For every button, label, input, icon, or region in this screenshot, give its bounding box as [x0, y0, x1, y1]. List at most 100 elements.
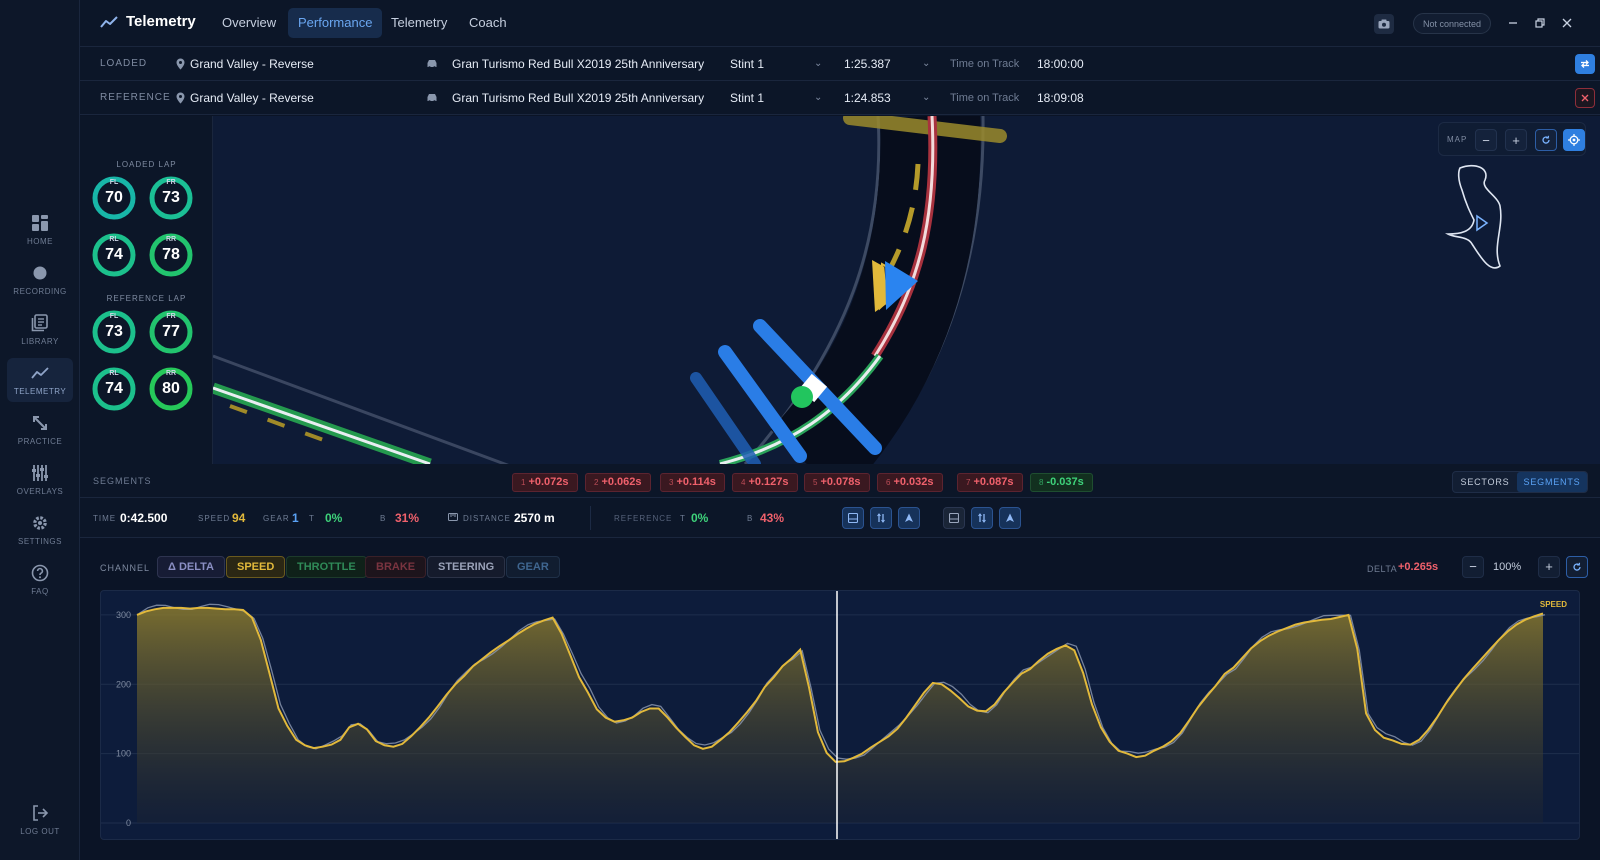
car-icon — [427, 94, 437, 103]
nav-item-settings[interactable]: SETTINGS — [7, 508, 73, 552]
tab-coach[interactable]: Coach — [459, 8, 517, 38]
loaded-car-select[interactable]: Gran Turismo Red Bull X2019 25th Anniver… — [452, 47, 704, 81]
tyre-temp: 74 — [105, 246, 123, 263]
loaded-time-on-track-value: 18:00:00 — [1037, 57, 1084, 71]
channel-gear-button[interactable]: GEAR — [506, 556, 560, 578]
reference-lap-select[interactable]: 1:24.853 — [844, 81, 891, 115]
tyre-gauge-reference-fr: FR 77 — [147, 308, 195, 356]
segment-chip-8[interactable]: 8 -0.037s — [1030, 473, 1093, 492]
info-divider — [590, 506, 591, 530]
track-map-canvas[interactable] — [80, 116, 1600, 464]
chart-zoom-out-button[interactable]: − — [1462, 556, 1484, 578]
segment-chip-1[interactable]: 1 +0.072s — [512, 473, 578, 492]
channel-row: CHANNEL Δ DELTA SPEED THROTTLE BRAKE STE… — [80, 538, 1600, 582]
toggle-segments[interactable]: SEGMENTS — [1517, 472, 1587, 492]
reference-pedals-toggle[interactable] — [971, 507, 993, 529]
channel-speed-button[interactable]: SPEED — [226, 556, 286, 578]
chevron-down-icon[interactable]: ⌄ — [814, 47, 822, 81]
reference-car-toggle[interactable] — [999, 507, 1021, 529]
nav-item-recording[interactable]: RECORDING — [7, 258, 73, 302]
loaded-pedals-toggle[interactable] — [870, 507, 892, 529]
chevron-down-icon[interactable]: ⌄ — [814, 81, 822, 115]
loaded-inputs-toggle[interactable] — [842, 507, 864, 529]
y-tick-label: 300 — [116, 610, 131, 620]
segment-chip-2[interactable]: 2 +0.062s — [585, 473, 651, 492]
chevron-down-icon[interactable]: ⌄ — [922, 81, 930, 115]
tyre-gauge-reference-rr: RR 80 — [147, 365, 195, 413]
channel-delta-button[interactable]: Δ DELTA — [157, 556, 225, 578]
restore-button[interactable] — [1531, 14, 1549, 32]
segment-number: 2 — [594, 478, 599, 487]
overlays-sliders-icon — [32, 465, 48, 481]
tyre-gauge-loaded-rl: RL 74 — [90, 231, 138, 279]
segment-number: 7 — [966, 478, 971, 487]
gear-value: 1 — [292, 511, 299, 525]
reference-line — [212, 386, 431, 464]
tyre-temp: 73 — [162, 189, 180, 206]
reference-time-on-track-value: 18:09:08 — [1037, 91, 1084, 105]
nav-item-overlays[interactable]: OVERLAYS — [7, 458, 73, 502]
location-pin-icon — [176, 92, 185, 104]
channel-steering-button[interactable]: STEERING — [427, 556, 506, 578]
reference-inputs-toggle[interactable] — [943, 507, 965, 529]
reference-time-on-track-label: Time on Track — [950, 92, 1020, 104]
segment-chip-6[interactable]: 6 +0.032s — [877, 473, 943, 492]
map-zoom-in-button[interactable]: + — [1505, 129, 1527, 151]
nav-item-library[interactable]: LIBRARY — [7, 308, 73, 352]
delta-label: DELTA — [1367, 564, 1398, 574]
chevron-down-icon[interactable]: ⌄ — [922, 47, 930, 81]
chart-zoom-in-button[interactable]: + — [1538, 556, 1560, 578]
chart-reset-button[interactable] — [1566, 556, 1588, 578]
tab-telemetry[interactable]: Telemetry — [381, 8, 457, 38]
reference-car-select[interactable]: Gran Turismo Red Bull X2019 25th Anniver… — [452, 81, 704, 115]
segment-chip-3[interactable]: 3 +0.114s — [660, 473, 725, 492]
tyre-position: RL — [109, 236, 119, 243]
segment-chip-4[interactable]: 4 +0.127s — [732, 473, 798, 492]
segment-chip-5[interactable]: 5 +0.078s — [804, 473, 870, 492]
close-window-button[interactable] — [1558, 14, 1576, 32]
speed-chart[interactable]: 0 100 200 300 SPEED — [100, 590, 1580, 840]
speed-chart-svg[interactable]: 0 100 200 300 SPEED — [101, 591, 1580, 840]
tyre-gauge-loaded-fl: FL 70 — [90, 174, 138, 222]
segment-number: 3 — [669, 478, 674, 487]
channel-brake-button[interactable]: BRAKE — [365, 556, 427, 578]
segment-number: 1 — [521, 478, 526, 487]
nav-item-logout[interactable]: LOG OUT — [7, 798, 73, 842]
reference-track-select[interactable]: Grand Valley - Reverse — [190, 81, 314, 115]
channel-throttle-button[interactable]: THROTTLE — [286, 556, 367, 578]
distance-label: DISTANCE — [463, 514, 511, 523]
reference-stint-select[interactable]: Stint 1 — [730, 81, 764, 115]
panel-icon — [848, 513, 858, 523]
reference-lap-label: REFERENCE LAP — [106, 294, 187, 303]
tab-performance[interactable]: Performance — [288, 8, 383, 38]
loaded-stint-select[interactable]: Stint 1 — [730, 47, 764, 81]
nav-item-practice[interactable]: PRACTICE — [7, 408, 73, 452]
reference-session-row: REFERENCE Grand Valley - Reverse Gran Tu… — [80, 81, 1600, 115]
segment-chip-7[interactable]: 7 +0.087s — [957, 473, 1023, 492]
pedals-icon — [877, 513, 885, 523]
nav-item-telemetry[interactable]: TELEMETRY — [7, 358, 73, 402]
brand-title: Telemetry — [126, 13, 196, 30]
nav-label-settings: SETTINGS — [17, 537, 62, 546]
tab-overview[interactable]: Overview — [212, 8, 286, 38]
loaded-car-toggle[interactable] — [898, 507, 920, 529]
screenshot-button[interactable] — [1374, 14, 1394, 34]
toggle-sectors[interactable]: SECTORS — [1453, 472, 1517, 492]
loaded-lap-select[interactable]: 1:25.387 — [844, 47, 891, 81]
remove-reference-button[interactable] — [1575, 88, 1595, 108]
track-map-area[interactable]: LOADED LAP FL 70 FR 73 RL 74 RR 78 REFER… — [80, 116, 1600, 464]
map-zoom-out-button[interactable]: − — [1475, 129, 1497, 151]
nav-item-home[interactable]: HOME — [7, 208, 73, 252]
close-icon — [1581, 94, 1589, 102]
minimize-button[interactable] — [1504, 14, 1522, 32]
map-reset-button[interactable] — [1535, 129, 1557, 151]
nav-item-faq[interactable]: FAQ — [7, 558, 73, 602]
gear-label: GEAR — [263, 514, 290, 523]
nav-label-library: LIBRARY — [21, 337, 59, 346]
minimap-track — [1444, 164, 1502, 269]
speed-series-label: SPEED — [1540, 600, 1567, 609]
loaded-track-select[interactable]: Grand Valley - Reverse — [190, 47, 314, 81]
swap-laps-button[interactable] — [1575, 54, 1595, 74]
chart-zoom-level: 100% — [1493, 561, 1522, 573]
map-follow-button[interactable] — [1563, 129, 1585, 151]
